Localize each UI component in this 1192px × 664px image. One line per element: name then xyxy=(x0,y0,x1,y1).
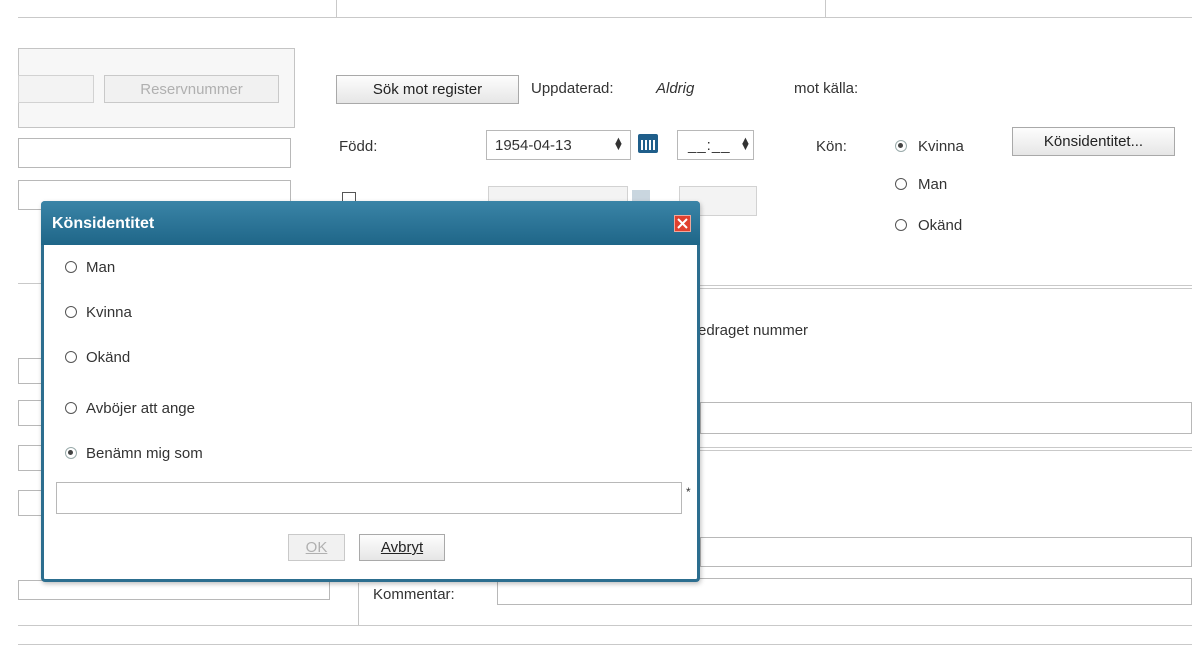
dialog-option-kvinna-label: Kvinna xyxy=(86,304,132,321)
born-time-value: __:__ xyxy=(688,137,731,154)
born-time-field[interactable]: __:__ ▲ ▼ xyxy=(677,130,754,160)
top-tab-divider-1 xyxy=(336,0,337,17)
dialog-radio-kvinna[interactable] xyxy=(65,306,77,318)
gender-identity-button[interactable]: Könsidentitet... xyxy=(1012,127,1175,156)
search-register-label: Sök mot register xyxy=(372,81,483,98)
right-field-2[interactable] xyxy=(700,537,1192,567)
dialog-option-okand-label: Okänd xyxy=(86,349,131,366)
bottom-divider-2 xyxy=(18,644,1192,645)
calendar-icon[interactable] xyxy=(638,134,658,153)
cancel-button-label: Avbryt xyxy=(380,539,424,556)
dialog-option-avbojer-label: Avböjer att ange xyxy=(86,400,195,417)
dialog-name-input[interactable] xyxy=(56,482,682,514)
section-divider-1b xyxy=(700,288,1192,289)
section-divider-1 xyxy=(700,285,1192,286)
gender-radio-man[interactable] xyxy=(895,178,907,190)
comment-label: Kommentar: xyxy=(373,586,455,603)
transferred-number-label: edraget nummer xyxy=(698,322,809,339)
dialog-radio-benamn[interactable] xyxy=(65,447,77,459)
ok-button-label: OK xyxy=(305,539,328,556)
gender-identity-dialog: Könsidentitet Man Kvinna Okänd Avböjer a… xyxy=(41,201,700,582)
top-tab-divider-2 xyxy=(825,0,826,17)
ok-button[interactable]: OK xyxy=(288,534,345,561)
gender-kvinna-label: Kvinna xyxy=(918,138,964,155)
dialog-radio-okand[interactable] xyxy=(65,351,77,363)
gender-identity-label: Könsidentitet... xyxy=(1043,133,1144,150)
personal-number-input[interactable] xyxy=(18,75,94,103)
left-field-1[interactable] xyxy=(18,138,291,168)
required-marker: * xyxy=(686,485,691,499)
dialog-title: Könsidentitet xyxy=(52,215,155,232)
dialog-option-man-label: Man xyxy=(86,259,116,276)
born-label: Född: xyxy=(339,138,378,155)
right-field-1[interactable] xyxy=(700,402,1192,434)
gender-okand-label: Okänd xyxy=(918,217,963,234)
top-divider xyxy=(18,17,1192,18)
born-time-spinner[interactable]: ▲ ▼ xyxy=(740,136,751,153)
born-date-spinner[interactable]: ▲ ▼ xyxy=(613,136,624,153)
bottom-divider xyxy=(18,625,1192,626)
left-field-6[interactable] xyxy=(18,490,42,516)
left-field-4[interactable] xyxy=(18,400,42,426)
search-register-button[interactable]: Sök mot register xyxy=(336,75,519,104)
source-label: mot källa: xyxy=(794,80,859,97)
close-icon[interactable] xyxy=(674,215,691,232)
updated-value: Aldrig xyxy=(656,80,695,97)
left-field-7[interactable] xyxy=(18,580,330,600)
comment-input[interactable] xyxy=(497,578,1192,605)
section-divider-left-1 xyxy=(18,283,42,284)
gender-label: Kön: xyxy=(816,138,847,155)
cancel-button[interactable]: Avbryt xyxy=(359,534,445,561)
reserve-number-button[interactable]: Reservnummer xyxy=(104,75,279,103)
gender-radio-kvinna[interactable] xyxy=(895,140,907,152)
gender-man-label: Man xyxy=(918,176,948,193)
born-date-field[interactable]: 1954-04-13 ▲ ▼ xyxy=(486,130,631,160)
gender-radio-okand[interactable] xyxy=(895,219,907,231)
born-date-value: 1954-04-13 xyxy=(495,137,572,154)
section-divider-2b xyxy=(700,450,1192,451)
updated-label: Uppdaterad: xyxy=(531,80,614,97)
left-field-3[interactable] xyxy=(18,358,42,384)
reserve-number-label: Reservnummer xyxy=(140,80,243,98)
dialog-radio-man[interactable] xyxy=(65,261,77,273)
dialog-titlebar[interactable]: Könsidentitet xyxy=(41,201,700,245)
section-divider-2 xyxy=(700,447,1192,448)
dialog-option-benamn-label: Benämn mig som xyxy=(86,445,203,462)
left-field-5[interactable] xyxy=(18,445,42,471)
dialog-radio-avbojer[interactable] xyxy=(65,402,77,414)
